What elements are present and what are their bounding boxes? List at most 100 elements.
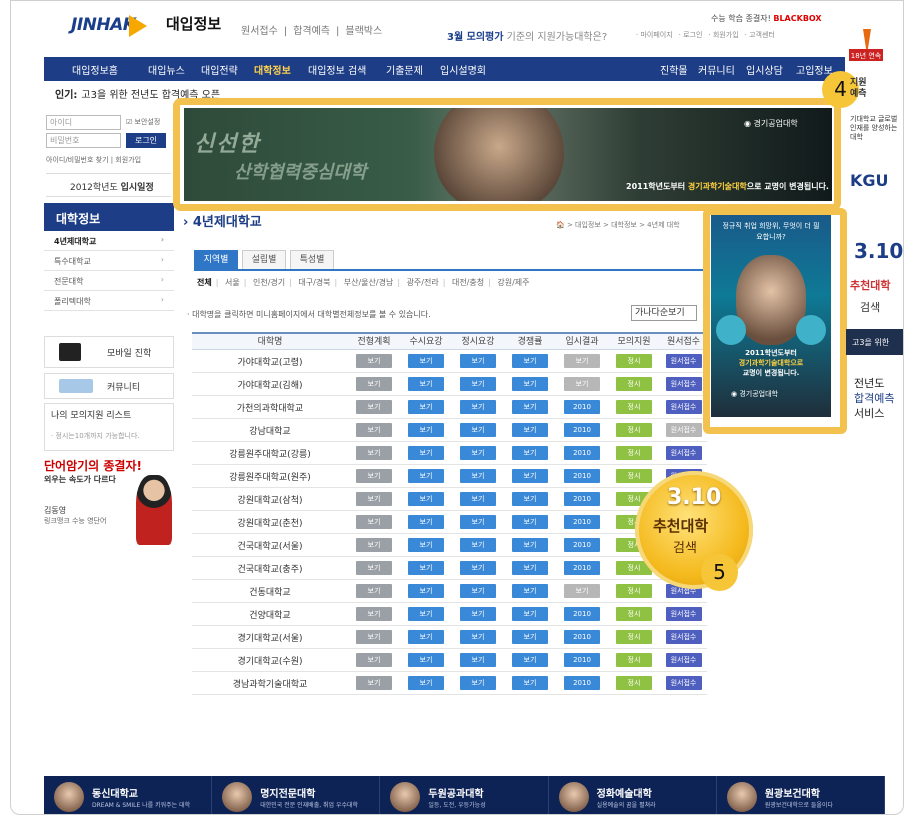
cell-button[interactable]: 2010: [564, 607, 600, 621]
tab-feature[interactable]: 특성별: [290, 250, 334, 269]
nav-news[interactable]: 대입뉴스: [148, 62, 185, 77]
cell-button[interactable]: 보기: [460, 607, 496, 621]
top-link-blackbox[interactable]: 블랙박스: [345, 26, 382, 37]
cell-button[interactable]: 보기: [408, 515, 444, 529]
cell-button[interactable]: 원서접수: [665, 400, 702, 414]
region-daejeon[interactable]: 대전/충청: [452, 278, 484, 287]
nav-mall[interactable]: 진학몰: [660, 62, 688, 77]
cell-button[interactable]: 보기: [512, 584, 548, 598]
security-checkbox[interactable]: ☑ 보안설정: [126, 117, 160, 127]
bottom-ad-item[interactable]: 명지전문대학 대한민국 전문 인재배출, 취업 우수대학: [212, 776, 381, 814]
region-all[interactable]: 전체: [197, 278, 212, 287]
university-name-link[interactable]: 경남과학기술대학교: [192, 677, 348, 690]
nav-consult[interactable]: 입시상담: [746, 62, 783, 77]
cell-button[interactable]: 보기: [408, 492, 444, 506]
cell-button[interactable]: 보기: [356, 354, 392, 368]
university-name-link[interactable]: 가야대학교(고령): [192, 355, 348, 368]
blackbox-promo[interactable]: 수능 학습 종결자! BLACKBOX: [711, 13, 822, 24]
university-name-link[interactable]: 건동대학교: [192, 585, 348, 598]
cell-button[interactable]: 보기: [356, 446, 392, 460]
cell-button[interactable]: 보기: [408, 607, 444, 621]
mock-exam-link[interactable]: 3월 모의평가 기준의 지원가능대학은?: [447, 28, 607, 43]
cell-button[interactable]: 보기: [512, 630, 548, 644]
cell-button[interactable]: 원서접수: [665, 676, 702, 690]
cell-button[interactable]: 보기: [564, 584, 600, 598]
cell-button[interactable]: 보기: [356, 630, 392, 644]
university-name-link[interactable]: 가천의과학대학교: [192, 401, 348, 414]
find-account-link[interactable]: 아이디/비밀번호 찾기 | 회원가입: [46, 155, 141, 165]
brand-title[interactable]: 대입정보: [166, 13, 221, 34]
cell-button[interactable]: 2010: [564, 469, 600, 483]
cell-button[interactable]: 보기: [408, 630, 444, 644]
cell-button[interactable]: 보기: [460, 446, 496, 460]
right-prev-year[interactable]: 전년도 합격예측 서비스: [854, 376, 894, 421]
cell-button[interactable]: 보기: [564, 354, 600, 368]
university-name-link[interactable]: 강릉원주대학교(강릉): [192, 447, 348, 460]
cell-button[interactable]: 정시: [616, 676, 652, 690]
cell-button[interactable]: 보기: [356, 515, 392, 529]
login-link[interactable]: · 로그인: [679, 31, 703, 39]
bottom-ad-item[interactable]: 정화예술대학 실용예술의 꿈을 펼쳐라: [549, 776, 717, 814]
cell-button[interactable]: 정시: [616, 377, 652, 391]
university-name-link[interactable]: 가야대학교(김해): [192, 378, 348, 391]
cell-button[interactable]: 보기: [512, 377, 548, 391]
cell-button[interactable]: 보기: [512, 607, 548, 621]
bottom-ad-item[interactable]: 원광보건대학 원광보건대학으로 들올이다: [717, 776, 886, 814]
cell-button[interactable]: 보기: [512, 354, 548, 368]
cell-button[interactable]: 보기: [564, 377, 600, 391]
sidebar-item-special[interactable]: 특수대학교: [44, 251, 174, 271]
cell-button[interactable]: 보기: [408, 653, 444, 667]
cell-button[interactable]: 2010: [564, 653, 600, 667]
sidebar-item-polytech[interactable]: 폴리텍대학: [44, 291, 174, 311]
cell-button[interactable]: 원서접수: [665, 446, 702, 460]
tab-founding[interactable]: 설립별: [242, 250, 286, 269]
vocab-ad[interactable]: 단어암기의 종결자! 외우는 속도가 다르다 김동영 링크맹크 수능 영단어: [44, 457, 174, 547]
sidebar-item-4year[interactable]: 4년제대학교: [44, 231, 174, 251]
cell-button[interactable]: 보기: [356, 469, 392, 483]
cell-button[interactable]: 보기: [512, 515, 548, 529]
university-name-link[interactable]: 건국대학교(충주): [192, 562, 348, 575]
cell-button[interactable]: 보기: [356, 377, 392, 391]
cell-button[interactable]: 2010: [564, 400, 600, 414]
cell-button[interactable]: 정시: [616, 400, 652, 414]
cell-button[interactable]: 보기: [356, 607, 392, 621]
right-predict-link[interactable]: 지원 예측: [850, 78, 867, 100]
cell-button[interactable]: 정시: [616, 607, 652, 621]
support-link[interactable]: · 고객센터: [745, 31, 775, 39]
cell-button[interactable]: 보기: [356, 676, 392, 690]
university-name-link[interactable]: 강남대학교: [192, 424, 348, 437]
right-search[interactable]: 검색: [860, 299, 880, 315]
top-link-predict[interactable]: 합격예측: [293, 26, 330, 37]
cell-button[interactable]: 보기: [356, 400, 392, 414]
bottom-ad-item[interactable]: 두원공과대학 일등, 도전, 우등가능성: [380, 776, 549, 814]
login-button[interactable]: 로그인: [126, 133, 166, 148]
nav-community[interactable]: 커뮤니티: [698, 62, 735, 77]
cell-button[interactable]: 보기: [512, 492, 548, 506]
cell-button[interactable]: 보기: [356, 538, 392, 552]
nav-univ-info[interactable]: 대학정보: [254, 62, 291, 77]
university-name-link[interactable]: 경기대학교(서울): [192, 631, 348, 644]
nav-past-exams[interactable]: 기출문제: [386, 62, 423, 77]
signup-link[interactable]: · 회원가입: [708, 31, 738, 39]
cell-button[interactable]: 보기: [512, 538, 548, 552]
cell-button[interactable]: 보기: [460, 515, 496, 529]
cell-button[interactable]: 보기: [460, 561, 496, 575]
cell-button[interactable]: 보기: [512, 561, 548, 575]
cell-button[interactable]: 원서접수: [665, 354, 702, 368]
bottom-ad-item[interactable]: 동신대학교 DREAM & SMILE 나를 키워주는 대학: [44, 776, 213, 814]
cell-button[interactable]: 보기: [460, 400, 496, 414]
sidebar-item-college[interactable]: 전문대학: [44, 271, 174, 291]
cell-button[interactable]: 원서접수: [665, 607, 702, 621]
university-name-link[interactable]: 건양대학교: [192, 608, 348, 621]
cell-button[interactable]: 보기: [408, 584, 444, 598]
cell-button[interactable]: 정시: [616, 423, 652, 437]
region-incheon[interactable]: 인천/경기: [253, 278, 285, 287]
schedule-link[interactable]: 2012학년도 입시일정: [46, 173, 171, 197]
nav-strategy[interactable]: 대입전략: [201, 62, 238, 77]
cell-button[interactable]: 보기: [408, 676, 444, 690]
kgu-logo[interactable]: KGU: [850, 171, 889, 190]
cell-button[interactable]: 2010: [564, 538, 600, 552]
cell-button[interactable]: 정시: [616, 584, 652, 598]
cell-button[interactable]: 보기: [408, 446, 444, 460]
cell-button[interactable]: 보기: [356, 653, 392, 667]
